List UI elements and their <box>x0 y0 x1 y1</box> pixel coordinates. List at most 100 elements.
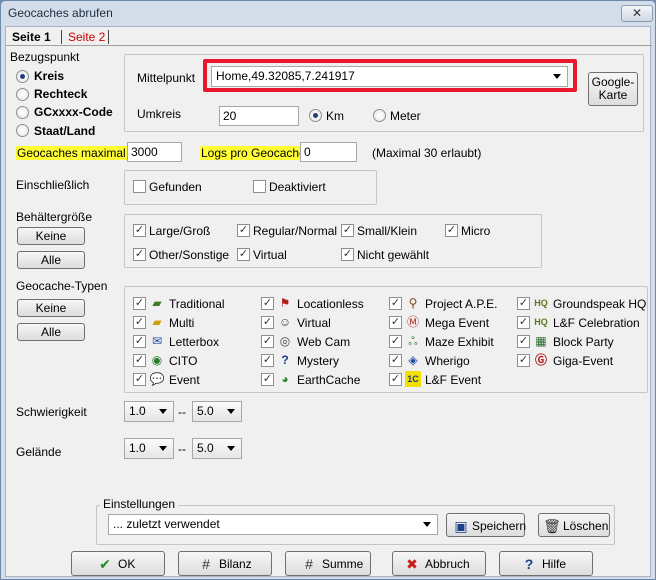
radio-kreis[interactable] <box>16 70 29 83</box>
checkbox-event[interactable] <box>133 373 146 386</box>
checkbox-other-label[interactable]: Other/Sonstige <box>149 248 229 262</box>
checkbox-deaktiviert-label[interactable]: Deaktiviert <box>269 180 326 194</box>
checkbox-letterbox-label[interactable]: Letterbox <box>169 335 219 349</box>
checkbox-giga-event[interactable] <box>517 354 530 367</box>
bilanz-button[interactable]: # Bilanz <box>178 551 272 576</box>
checkbox-lf-event[interactable] <box>389 373 402 386</box>
checkbox-wherigo-label[interactable]: Wherigo <box>425 354 470 368</box>
checkbox-lf-event-label[interactable]: L&F Event <box>425 373 481 387</box>
checkbox-deaktiviert[interactable] <box>253 180 266 193</box>
checkbox-cito[interactable] <box>133 354 146 367</box>
terrain-from-select[interactable]: 1.0 <box>124 438 174 459</box>
radio-kreis-label[interactable]: Kreis <box>34 69 64 83</box>
checkbox-earthcache[interactable] <box>261 373 274 386</box>
checkbox-mega-event[interactable] <box>389 316 402 329</box>
checkbox-giga-event-label[interactable]: Giga-Event <box>553 354 613 368</box>
ok-button[interactable]: ✔ OK <box>71 551 165 576</box>
checkbox-traditional[interactable] <box>133 297 146 310</box>
checkbox-block-party-label[interactable]: Block Party <box>553 335 614 349</box>
summe-button[interactable]: # Summe <box>285 551 371 576</box>
checkbox-small[interactable] <box>341 224 354 237</box>
radio-meter[interactable] <box>373 109 386 122</box>
checkbox-regular[interactable] <box>237 224 250 237</box>
checkbox-gefunden-label[interactable]: Gefunden <box>149 180 202 194</box>
logs-per-cache-input[interactable]: 0 <box>300 142 357 162</box>
radio-gc-code-label[interactable]: GCxxxx-Code <box>34 105 113 119</box>
checkbox-block-party[interactable] <box>517 335 530 348</box>
checkbox-multi[interactable] <box>133 316 146 329</box>
checkbox-letterbox[interactable] <box>133 335 146 348</box>
checkbox-project-ape-label[interactable]: Project A.P.E. <box>425 297 498 311</box>
checkbox-mystery-label[interactable]: Mystery <box>297 354 339 368</box>
difficulty-from-select[interactable]: 1.0 <box>124 401 174 422</box>
checkbox-maze-exhibit[interactable] <box>389 335 402 348</box>
close-button[interactable]: ✕ <box>621 5 653 22</box>
help-button[interactable]: ? Hilfe <box>499 551 593 576</box>
radio-km-label[interactable]: Km <box>326 109 344 123</box>
close-icon: ✖ <box>406 556 418 572</box>
checkbox-virtual-size-label[interactable]: Virtual <box>253 248 287 262</box>
checkbox-webcam-label[interactable]: Web Cam <box>297 335 350 349</box>
google-map-button[interactable]: Google-Karte <box>588 72 638 106</box>
checkbox-micro[interactable] <box>445 224 458 237</box>
checkbox-locationless[interactable] <box>261 297 274 310</box>
checkbox-lf-celebration-label[interactable]: L&F Celebration <box>553 316 640 330</box>
radio-meter-label[interactable]: Meter <box>390 109 421 123</box>
container-none-button[interactable]: Keine <box>17 227 85 245</box>
types-none-button[interactable]: Keine <box>17 299 85 317</box>
checkbox-large[interactable] <box>133 224 146 237</box>
checkbox-virtual-label[interactable]: Virtual <box>297 316 331 330</box>
radio-staat-land-label[interactable]: Staat/Land <box>34 124 95 138</box>
chevron-down-icon[interactable] <box>227 409 235 414</box>
checkbox-mystery[interactable] <box>261 354 274 367</box>
checkbox-large-label[interactable]: Large/Groß <box>149 224 210 238</box>
checkbox-maze-exhibit-label[interactable]: Maze Exhibit <box>425 335 494 349</box>
checkbox-earthcache-label[interactable]: EarthCache <box>297 373 360 387</box>
radio-gc-code[interactable] <box>16 106 29 119</box>
chevron-down-icon[interactable] <box>227 446 235 451</box>
chevron-down-icon[interactable] <box>159 409 167 414</box>
checkbox-project-ape[interactable] <box>389 297 402 310</box>
terrain-to-select[interactable]: 5.0 <box>192 438 242 459</box>
checkbox-cito-label[interactable]: CITO <box>169 354 197 368</box>
checkbox-not-chosen[interactable] <box>341 248 354 261</box>
checkbox-virtual-size[interactable] <box>237 248 250 261</box>
radio-staat-land[interactable] <box>16 124 29 137</box>
radio-rechteck-label[interactable]: Rechteck <box>34 87 87 101</box>
checkbox-groundspeak-hq[interactable] <box>517 297 530 310</box>
delete-button[interactable]: 🗑 Löschen <box>538 513 610 537</box>
chevron-down-icon[interactable] <box>159 446 167 451</box>
checkbox-wherigo[interactable] <box>389 354 402 367</box>
logs-max-note: (Maximal 30 erlaubt) <box>372 146 482 160</box>
container-all-button[interactable]: Alle <box>17 251 85 269</box>
max-caches-input[interactable]: 3000 <box>127 142 182 162</box>
tab-seite-1[interactable]: Seite 1 <box>12 29 51 45</box>
checkbox-virtual[interactable] <box>261 316 274 329</box>
checkbox-small-label[interactable]: Small/Klein <box>357 224 417 238</box>
checkbox-lf-celebration[interactable] <box>517 316 530 329</box>
checkbox-other[interactable] <box>133 248 146 261</box>
cancel-button[interactable]: ✖ Abbruch <box>392 551 486 576</box>
checkbox-traditional-label[interactable]: Traditional <box>169 297 225 311</box>
tab-separator <box>108 30 109 44</box>
difficulty-to-select[interactable]: 5.0 <box>192 401 242 422</box>
checkbox-not-chosen-label[interactable]: Nicht gewählt <box>357 248 429 262</box>
settings-select[interactable]: ... zuletzt verwendet <box>108 514 438 535</box>
difficulty-to-value: 5.0 <box>197 404 214 418</box>
tab-seite-2[interactable]: Seite 2 <box>68 29 105 45</box>
chevron-down-icon[interactable] <box>423 522 431 527</box>
checkbox-webcam[interactable] <box>261 335 274 348</box>
radio-rechteck[interactable] <box>16 88 29 101</box>
checkbox-event-label[interactable]: Event <box>169 373 200 387</box>
checkbox-multi-label[interactable]: Multi <box>169 316 194 330</box>
types-all-button[interactable]: Alle <box>17 323 85 341</box>
checkbox-mega-event-label[interactable]: Mega Event <box>425 316 489 330</box>
radius-input[interactable]: 20 <box>219 106 299 126</box>
save-button[interactable]: ▣ Speichern <box>446 513 526 537</box>
radio-km[interactable] <box>309 109 322 122</box>
checkbox-groundspeak-hq-label[interactable]: Groundspeak HQ <box>553 297 646 311</box>
checkbox-gefunden[interactable] <box>133 180 146 193</box>
checkbox-regular-label[interactable]: Regular/Normal <box>253 224 337 238</box>
checkbox-micro-label[interactable]: Micro <box>461 224 490 238</box>
checkbox-locationless-label[interactable]: Locationless <box>297 297 364 311</box>
